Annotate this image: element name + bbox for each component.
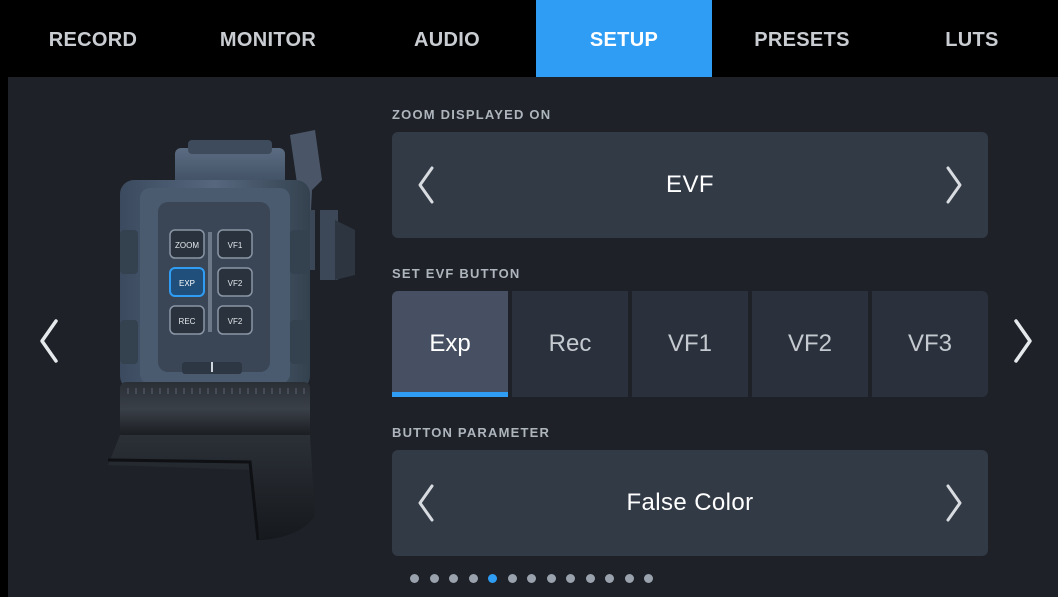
page-dot <box>449 574 458 583</box>
camera-button-vf2-lower: VF2 <box>228 317 243 326</box>
tab-monitor[interactable]: MONITOR <box>178 0 358 77</box>
zoom-displayed-on-value: EVF <box>666 171 714 198</box>
set-evf-button-label: SET EVF BUTTON <box>392 266 521 281</box>
next-page-chevron-icon[interactable] <box>1006 313 1042 369</box>
tab-presets[interactable]: PRESETS <box>712 0 892 77</box>
parameter-next-chevron-icon[interactable] <box>934 478 974 528</box>
page-dot <box>566 574 575 583</box>
camera-button-vf1: VF1 <box>228 241 243 250</box>
tab-setup[interactable]: SETUP <box>536 0 712 77</box>
zoom-next-chevron-icon[interactable] <box>934 160 974 210</box>
page-dot <box>644 574 653 583</box>
tab-bar: RECORD MONITOR AUDIO SETUP PRESETS LUTS <box>0 0 1058 77</box>
evf-button-option-rec[interactable]: Rec <box>512 291 628 397</box>
page-dot <box>624 574 634 583</box>
page-dot <box>527 574 536 583</box>
page-dot <box>468 574 478 583</box>
evf-button-option-vf1-label: VF1 <box>667 330 712 357</box>
page-dot <box>429 574 439 583</box>
zoom-displayed-on-selector: EVF <box>392 132 988 238</box>
evf-button-option-vf2[interactable]: VF2 <box>752 291 868 397</box>
evf-button-option-exp-label: Exp <box>429 330 471 357</box>
camera-button-vf2: VF2 <box>228 279 243 288</box>
evf-button-option-rec-label: Rec <box>548 330 592 357</box>
tab-audio[interactable]: AUDIO <box>358 0 536 77</box>
set-evf-button-segments: Exp Rec VF1 VF2 VF3 <box>392 291 988 397</box>
zoom-prev-chevron-icon[interactable] <box>406 160 446 210</box>
button-parameter-label: BUTTON PARAMETER <box>392 425 551 440</box>
page-dot <box>507 574 517 583</box>
evf-button-option-vf3[interactable]: VF3 <box>872 291 988 397</box>
button-parameter-value: False Color <box>626 489 754 516</box>
camera-button-rec: REC <box>179 317 196 326</box>
evf-button-option-vf3-label: VF3 <box>907 330 952 357</box>
setup-screen: RECORD MONITOR AUDIO SETUP PRESETS LUTS <box>0 0 1058 597</box>
page-dot <box>410 574 419 583</box>
zoom-displayed-on-label: ZOOM DISPLAYED ON <box>392 107 552 122</box>
evf-button-option-vf2-label: VF2 <box>787 330 832 357</box>
button-parameter-selector: False Color <box>392 450 988 556</box>
page-dot <box>605 574 614 583</box>
selected-indicator <box>392 392 508 397</box>
page-dot <box>585 574 595 583</box>
camera-button-exp: EXP <box>179 279 195 288</box>
tab-record[interactable]: RECORD <box>8 0 178 77</box>
evf-button-option-exp[interactable]: Exp <box>392 291 508 397</box>
evf-button-option-vf1[interactable]: VF1 <box>632 291 748 397</box>
camera-button-zoom: ZOOM <box>175 241 199 250</box>
parameter-prev-chevron-icon[interactable] <box>406 478 446 528</box>
previous-page-chevron-icon[interactable] <box>30 313 66 369</box>
tab-luts[interactable]: LUTS <box>892 0 1052 77</box>
evf-camera-illustration: ZOOM VF1 EXP VF2 REC VF2 <box>107 130 355 541</box>
page-dot <box>488 574 497 583</box>
page-dot <box>546 574 556 583</box>
